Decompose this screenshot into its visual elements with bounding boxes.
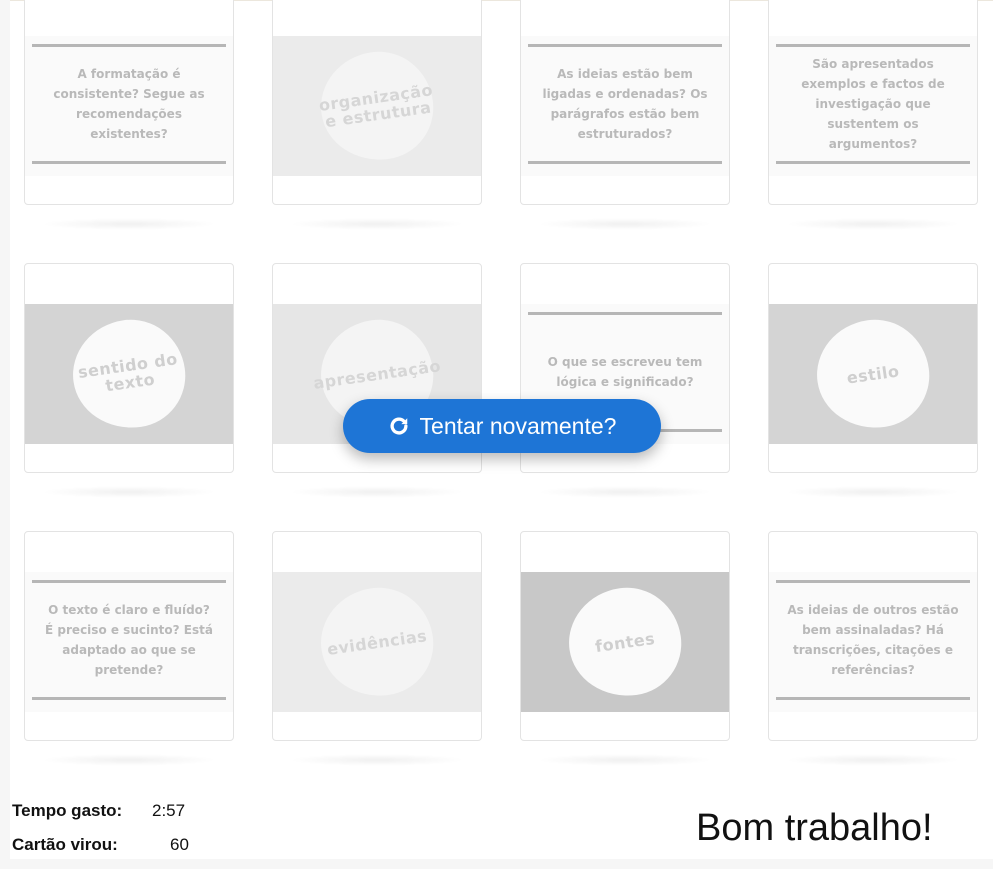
card-8[interactable]: estilo <box>768 263 978 498</box>
time-spent-value: 2:57 <box>152 801 186 820</box>
card-divider <box>776 580 970 583</box>
retry-button-label: Tentar novamente? <box>419 412 617 439</box>
card-question: São apresentados exemplos e factos de in… <box>801 57 945 151</box>
card-2[interactable]: organização e estrutura <box>272 0 482 230</box>
card-divider <box>528 312 722 315</box>
completion-message: Bom trabalho! <box>696 807 933 849</box>
card-face: As ideias de outros estão bem assinalada… <box>769 572 977 712</box>
card-divider <box>32 161 226 164</box>
card-keyword: evidências <box>325 625 429 659</box>
card-divider <box>776 161 970 164</box>
card-divider <box>32 44 226 47</box>
card-divider <box>32 580 226 583</box>
card-question: As ideias de outros estão bem assinalada… <box>787 603 959 677</box>
card-keyword: sentido do texto <box>76 349 179 396</box>
game-board: A formatação é consistente? Segue as rec… <box>10 0 993 859</box>
card-question: O texto é claro e fluído? É preciso e su… <box>45 603 213 677</box>
card-5[interactable]: sentido do texto <box>24 263 234 498</box>
time-spent-row: Tempo gasto: 2:57 <box>12 801 189 835</box>
card-divider <box>528 161 722 164</box>
brush-circle: sentido do texto <box>66 312 192 436</box>
card-11[interactable]: fontes <box>520 531 730 766</box>
card-divider <box>528 44 722 47</box>
card-1[interactable]: A formatação é consistente? Segue as rec… <box>24 0 234 230</box>
card-face: O texto é claro e fluído? É preciso e su… <box>25 572 233 712</box>
card-keyword: fontes <box>593 628 657 656</box>
card-10[interactable]: evidências <box>272 531 482 766</box>
card-face: sentido do texto <box>25 304 233 444</box>
game-stats: Tempo gasto: 2:57 Cartão virou: 60 <box>12 801 189 869</box>
card-3[interactable]: As ideias estão bem ligadas e ordenadas?… <box>520 0 730 230</box>
card-face: evidências <box>273 572 481 712</box>
card-keyword: estilo <box>845 360 901 388</box>
card-keyword: organização e estrutura <box>317 80 435 132</box>
card-face: organização e estrutura <box>273 36 481 176</box>
cards-flipped-label: Cartão virou: <box>12 835 118 854</box>
card-divider <box>776 44 970 47</box>
retry-button[interactable]: Tentar novamente? <box>343 399 661 453</box>
card-question: O que se escreveu tem lógica e significa… <box>547 355 703 389</box>
card-4[interactable]: São apresentados exemplos e factos de in… <box>768 0 978 230</box>
cards-flipped-row: Cartão virou: 60 <box>12 835 189 869</box>
brush-circle: evidências <box>314 580 440 704</box>
card-face: As ideias estão bem ligadas e ordenadas?… <box>521 36 729 176</box>
card-keyword: apresentação <box>312 355 442 393</box>
card-face: fontes <box>521 572 729 712</box>
card-9[interactable]: O texto é claro e fluído? É preciso e su… <box>24 531 234 766</box>
card-12[interactable]: As ideias de outros estão bem assinalada… <box>768 531 978 766</box>
brush-circle: fontes <box>562 580 688 704</box>
card-divider <box>32 697 226 700</box>
card-question: A formatação é consistente? Segue as rec… <box>53 67 205 141</box>
card-grid: A formatação é consistente? Segue as rec… <box>24 0 980 766</box>
card-question: As ideias estão bem ligadas e ordenadas?… <box>542 67 708 141</box>
brush-circle: estilo <box>810 312 936 436</box>
card-divider <box>776 697 970 700</box>
brush-circle: organização e estrutura <box>314 44 440 168</box>
cards-flipped-value: 60 <box>170 835 189 854</box>
card-face: estilo <box>769 304 977 444</box>
card-face: A formatação é consistente? Segue as rec… <box>25 36 233 176</box>
redo-icon <box>388 415 410 437</box>
time-spent-label: Tempo gasto: <box>12 801 123 820</box>
card-face: São apresentados exemplos e factos de in… <box>769 36 977 176</box>
